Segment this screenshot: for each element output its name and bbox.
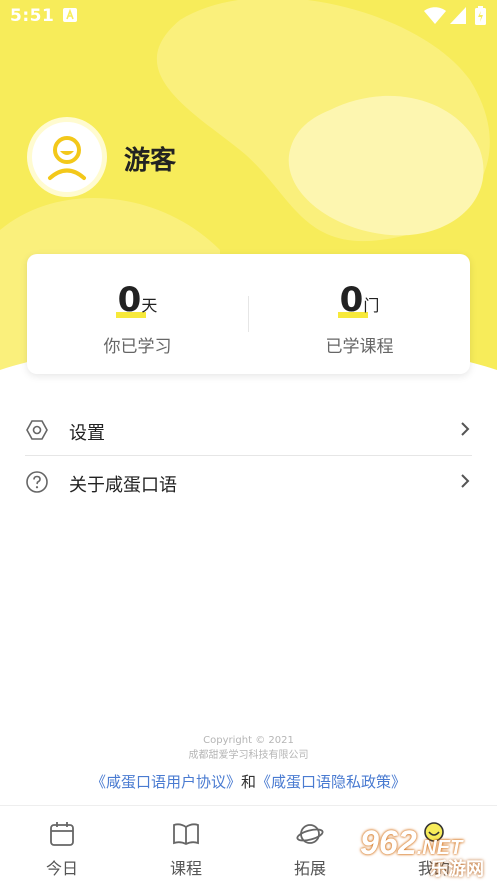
- status-bar: 5:51: [0, 0, 497, 33]
- stat-unit: 天: [141, 296, 158, 315]
- tab-courses[interactable]: 课程: [124, 806, 248, 884]
- book-icon: [172, 820, 200, 848]
- stat-study-days: 0天 你已学习: [27, 280, 248, 357]
- help-circle-icon: [25, 470, 49, 498]
- and-text: 和: [240, 773, 256, 791]
- stat-label: 你已学习: [103, 337, 172, 357]
- copyright-text: Copyright © 2021: [203, 735, 294, 746]
- menu-list: 设置 关于咸蛋口语: [25, 404, 472, 507]
- tab-label: 拓展: [293, 859, 326, 878]
- watermark-sub: 乐游网: [430, 859, 484, 879]
- stat-unit: 门: [363, 296, 380, 315]
- user-face-icon: [48, 136, 86, 180]
- username: 游客: [124, 146, 177, 176]
- stat-courses: 0门 已学课程: [249, 280, 470, 357]
- footer: Copyright © 2021 成都甜爱学习科技有限公司 《咸蛋口语用户协议》…: [0, 733, 497, 792]
- watermark-logo: 962.NET 乐游网: [360, 820, 497, 883]
- menu-item-label: 关于咸蛋口语: [69, 475, 177, 496]
- planet-icon: [296, 820, 324, 848]
- stats-card: 0天 你已学习 0门 已学课程: [27, 254, 470, 374]
- tab-label: 今日: [45, 859, 78, 878]
- battery-icon: [475, 6, 486, 30]
- tab-explore[interactable]: 拓展: [248, 806, 372, 884]
- user-agreement-link[interactable]: 《咸蛋口语用户协议》: [91, 773, 241, 791]
- stat-label: 已学课程: [325, 337, 394, 357]
- tab-today[interactable]: 今日: [0, 806, 124, 884]
- wifi-icon: [424, 7, 446, 30]
- tab-label: 课程: [169, 859, 202, 878]
- calendar-icon: [48, 820, 76, 848]
- hexagon-settings-icon: [25, 418, 49, 446]
- signal-icon: [450, 7, 466, 30]
- chevron-right-icon: [460, 421, 470, 441]
- stat-value: 0: [339, 280, 364, 320]
- footer-links: 《咸蛋口语用户协议》和《咸蛋口语隐私政策》: [0, 771, 497, 792]
- privacy-policy-link[interactable]: 《咸蛋口语隐私政策》: [256, 773, 406, 791]
- avatar-inner: [32, 122, 102, 192]
- avatar[interactable]: [27, 117, 107, 197]
- notification-icon: [62, 7, 78, 28]
- company-name: 成都甜爱学习科技有限公司: [188, 750, 309, 761]
- stat-value: 0: [117, 280, 142, 320]
- menu-item-settings[interactable]: 设置: [25, 404, 472, 456]
- chevron-right-icon: [460, 473, 470, 493]
- menu-item-about[interactable]: 关于咸蛋口语: [25, 456, 472, 507]
- menu-item-label: 设置: [69, 423, 105, 444]
- status-time: 5:51: [10, 6, 55, 26]
